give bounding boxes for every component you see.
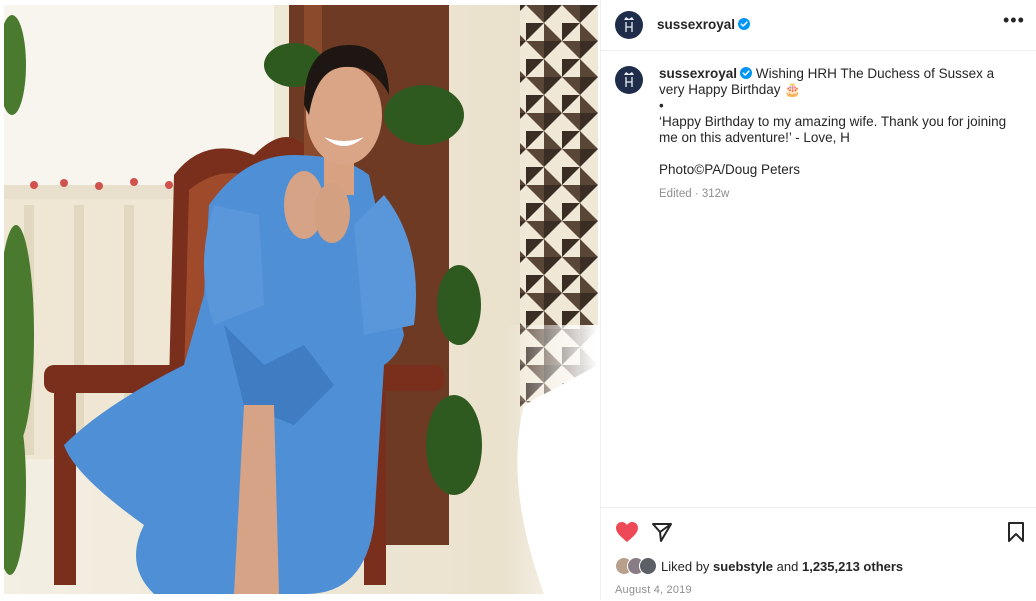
verified-badge-icon bbox=[738, 18, 751, 30]
caption-first-line: sussexroyal Wishing HRH The Duchess of S… bbox=[659, 66, 1019, 98]
heart-filled-icon bbox=[616, 522, 638, 542]
post-date[interactable]: August 4, 2019 bbox=[615, 584, 692, 596]
share-button[interactable] bbox=[651, 521, 673, 548]
edited-label: Edited bbox=[659, 188, 692, 200]
more-horizontal-icon: ••• bbox=[1003, 10, 1025, 30]
more-options-button[interactable]: ••• bbox=[1003, 11, 1024, 31]
post-photo[interactable] bbox=[4, 5, 598, 594]
post-side-panel: sussexroyal ••• sussexroyal Wishing HRH … bbox=[600, 0, 1036, 600]
liker-avatars[interactable] bbox=[615, 557, 661, 575]
likes-prefix: Liked by bbox=[661, 558, 710, 574]
header-username-text[interactable]: sussexroyal bbox=[657, 17, 735, 32]
likes-summary: Liked by suebstyle and 1,235,213 others bbox=[615, 557, 903, 575]
crown-monogram-icon bbox=[624, 72, 634, 87]
bookmark-icon bbox=[1008, 522, 1024, 542]
save-button[interactable] bbox=[1007, 522, 1025, 547]
liker-username[interactable]: suebstyle bbox=[713, 559, 773, 574]
header-username[interactable]: sussexroyal bbox=[657, 17, 751, 32]
post-age[interactable]: 312w bbox=[702, 188, 730, 200]
send-icon bbox=[652, 523, 672, 542]
avatar bbox=[639, 557, 657, 575]
post-actions: Liked by suebstyle and 1,235,213 others … bbox=[601, 507, 1036, 601]
verified-badge-icon bbox=[740, 67, 753, 79]
caption-username[interactable]: sussexroyal bbox=[659, 66, 737, 81]
caption-quote: ‘Happy Birthday to my amazing wife. Than… bbox=[659, 114, 1007, 145]
caption-meta: Edited · 312w bbox=[659, 186, 1019, 202]
post-header: sussexroyal ••• bbox=[601, 0, 1036, 51]
like-button[interactable] bbox=[615, 521, 639, 548]
caption-credit: Photo©PA/Doug Peters bbox=[659, 162, 801, 177]
caption-bullet: • bbox=[659, 98, 664, 113]
avatar[interactable] bbox=[615, 11, 643, 39]
likes-count[interactable]: 1,235,213 others bbox=[802, 559, 903, 574]
meta-separator: · bbox=[694, 188, 699, 200]
caption-body: sussexroyal Wishing HRH The Duchess of S… bbox=[659, 66, 1019, 202]
crown-monogram-icon bbox=[624, 17, 634, 32]
caption-avatar[interactable] bbox=[615, 66, 643, 94]
likes-joiner: and bbox=[776, 558, 799, 574]
post-photo-illustration bbox=[4, 5, 598, 594]
